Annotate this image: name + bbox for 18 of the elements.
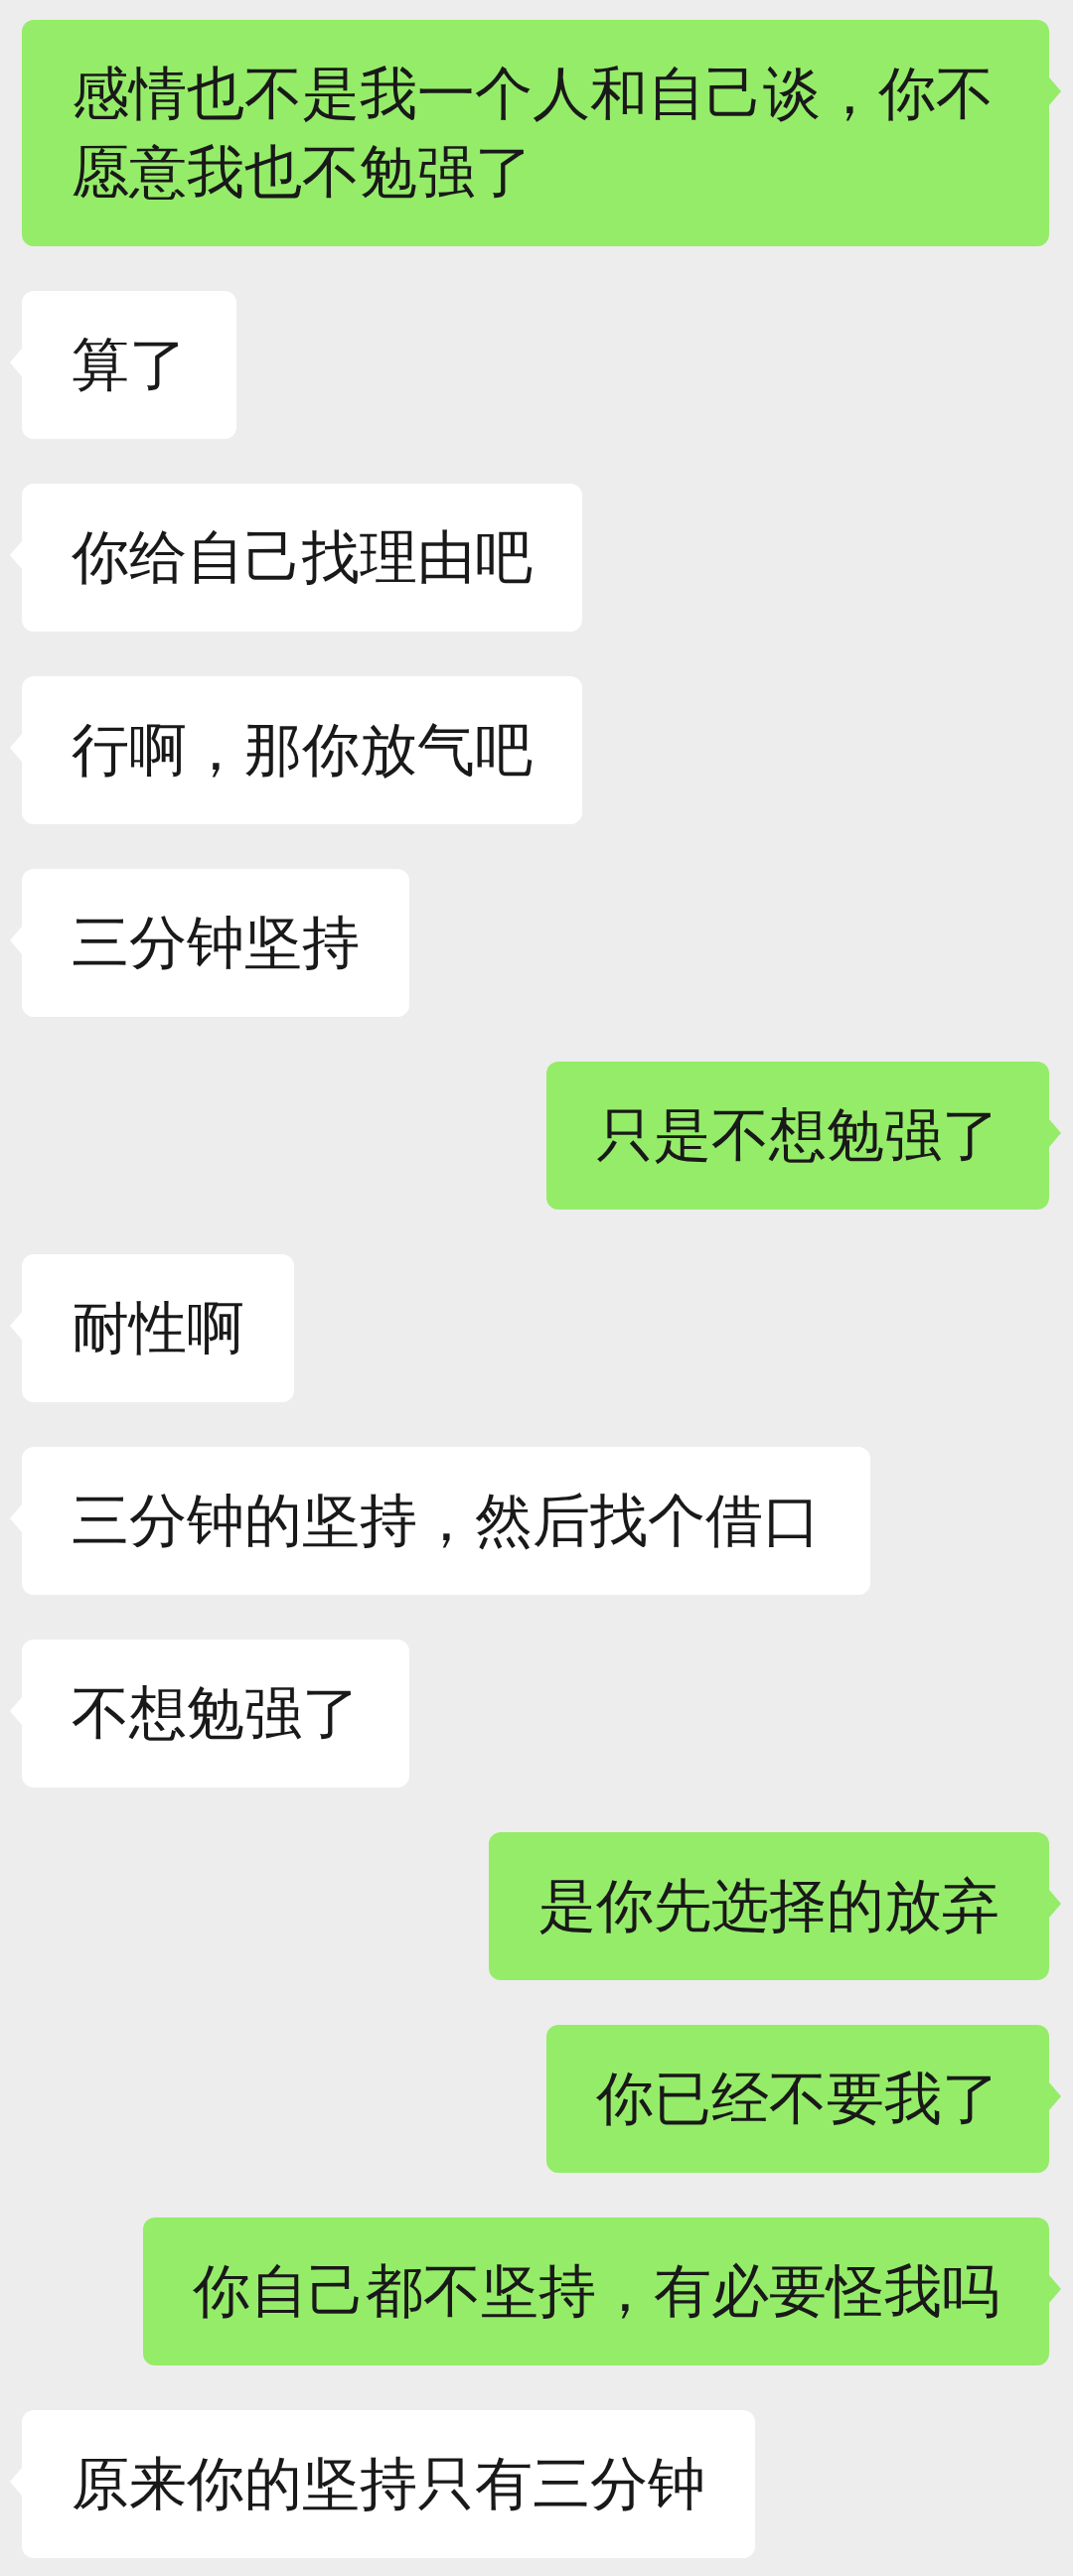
message-bubble: 原来你的坚持只有三分钟 [22, 2410, 755, 2558]
message-bubble: 三分钟坚持 [22, 869, 409, 1017]
message-bubble: 不想勉强了 [22, 1640, 409, 1788]
message-bubble: 耐性啊 [22, 1254, 294, 1402]
message-bubble: 你自己都不坚持，有必要怪我吗 [143, 2218, 1049, 2365]
message-bubble: 你给自己找理由吧 [22, 484, 582, 632]
bubble-tail [1049, 1119, 1061, 1147]
message-bubble: 三分钟的坚持，然后找个借口 [22, 1447, 870, 1595]
message-bubble: 行啊，那你放气吧 [22, 676, 582, 824]
message-bubble: 你已经不要我了 [546, 2025, 1049, 2173]
bubble-tail [1049, 1890, 1061, 1918]
bubble-tail [1049, 77, 1061, 105]
message-bubble: 只是不想勉强了 [546, 1062, 1049, 1210]
bubble-tail [1049, 2082, 1061, 2110]
message-bubble: 是你先选择的放弃 [489, 1832, 1049, 1980]
message-bubble: 算了 [22, 291, 236, 439]
bubble-tail [1049, 2275, 1061, 2303]
message-bubble: 感情也不是我一个人和自己谈，你不愿意我也不勉强了 [22, 20, 1049, 246]
